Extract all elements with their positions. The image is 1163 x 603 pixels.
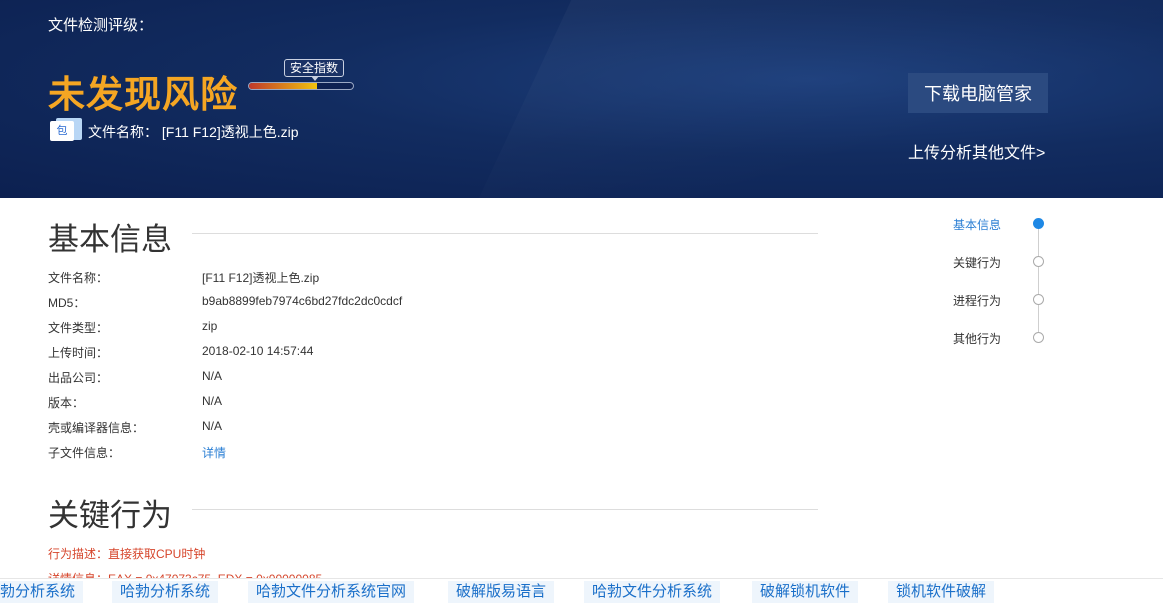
sub-file-details-link[interactable]: 详情 bbox=[202, 444, 226, 461]
info-label: 出品公司： bbox=[48, 371, 109, 385]
nav-other-behavior[interactable]: 其他行为 bbox=[953, 330, 1001, 347]
safety-index-meter: 安全指数 bbox=[248, 57, 354, 93]
safety-index-fill bbox=[249, 83, 317, 89]
related-link[interactable]: 锁机软件破解 bbox=[888, 581, 995, 603]
behavior-description: 行为描述：直接获取CPU时钟 bbox=[48, 547, 206, 561]
safety-index-track bbox=[248, 82, 354, 90]
section-divider bbox=[192, 509, 818, 510]
info-value: N/A bbox=[202, 419, 223, 433]
risk-level-text: 未发现风险 bbox=[48, 74, 238, 115]
report-header: 文件检测评级： 未发现风险 安全指数 包 文件名称： [F11 F12]透视上色… bbox=[0, 0, 1163, 198]
safety-index-label: 安全指数 bbox=[284, 59, 345, 81]
nav-timeline-line bbox=[1038, 224, 1039, 338]
info-value: 2018-02-10 14:57:44 bbox=[202, 344, 314, 358]
nav-basic-info[interactable]: 基本信息 bbox=[953, 216, 1001, 233]
info-value: N/A bbox=[202, 369, 223, 383]
related-link[interactable]: 破解版易语言 bbox=[448, 581, 555, 603]
info-label: 版本： bbox=[48, 396, 85, 410]
related-link[interactable]: 哈勃分析系统 bbox=[112, 581, 219, 603]
info-value: N/A bbox=[202, 394, 223, 408]
archive-file-icon: 包 bbox=[50, 118, 82, 142]
upload-other-file-link[interactable]: 上传分析其他文件> bbox=[908, 139, 1045, 163]
header-file-name: 文件名称： [F11 F12]透视上色.zip bbox=[88, 124, 299, 140]
key-behavior-title: 关键行为 bbox=[48, 498, 172, 533]
info-label: 子文件信息： bbox=[48, 446, 121, 460]
info-label: MD5： bbox=[48, 296, 86, 310]
nav-dot-icon[interactable] bbox=[1033, 218, 1044, 229]
info-value: [F11 F12]透视上色.zip bbox=[202, 271, 320, 285]
nav-dot-icon[interactable] bbox=[1033, 256, 1044, 267]
related-link[interactable]: 破解锁机软件 bbox=[752, 581, 859, 603]
nav-dot-icon[interactable] bbox=[1033, 332, 1044, 343]
nav-key-behavior[interactable]: 关键行为 bbox=[953, 254, 1001, 271]
info-value: b9ab8899feb7974c6bd27fdc2dc0cdcf bbox=[202, 294, 403, 308]
section-divider bbox=[192, 233, 818, 234]
info-label: 文件名称： bbox=[48, 271, 109, 285]
info-label: 上传时间： bbox=[48, 346, 109, 360]
info-label: 文件类型： bbox=[48, 321, 109, 335]
evaluation-label: 文件检测评级： bbox=[48, 17, 154, 34]
basic-info-title: 基本信息 bbox=[48, 222, 172, 257]
info-label: 壳或编译器信息： bbox=[48, 421, 145, 435]
related-links-bar: 勃分析系统 哈勃分析系统 哈勃文件分析系统官网 破解版易语言 哈勃文件分析系统 破解锁机软… bbox=[0, 578, 1163, 603]
download-pc-manager-button[interactable]: 下载电脑管家 bbox=[908, 73, 1048, 113]
related-link[interactable]: 哈勃文件分析系统官网 bbox=[248, 581, 415, 603]
nav-process-behavior[interactable]: 进程行为 bbox=[953, 292, 1001, 309]
nav-dot-icon[interactable] bbox=[1033, 294, 1044, 305]
info-value: zip bbox=[202, 319, 218, 333]
related-link[interactable]: 哈勃文件分析系统 bbox=[584, 581, 721, 603]
section-side-nav: 基本信息关键行为进程行为其他行为 bbox=[940, 210, 1060, 350]
related-link[interactable]: 勃分析系统 bbox=[0, 581, 84, 603]
